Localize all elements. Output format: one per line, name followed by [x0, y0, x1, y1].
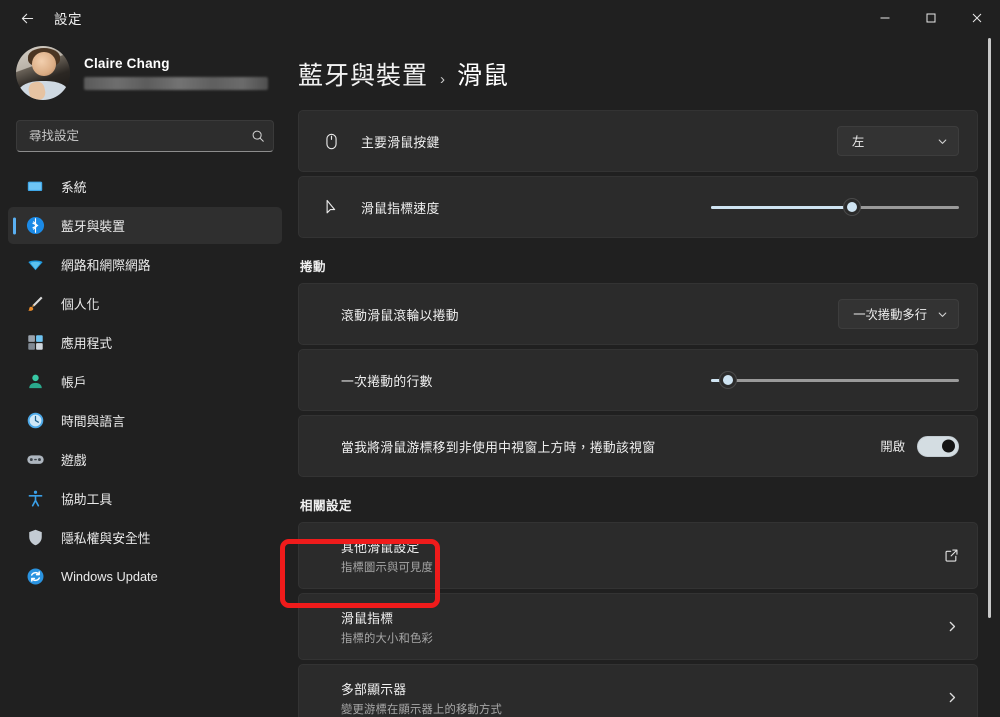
- toggle-knob: [942, 439, 955, 453]
- search-box[interactable]: [16, 120, 274, 152]
- sidebar-item-label: Windows Update: [61, 569, 158, 584]
- sidebar-item-label: 應用程式: [61, 336, 113, 351]
- minimize-button[interactable]: [862, 0, 908, 36]
- gaming-icon: [24, 449, 46, 471]
- sidebar-item-label: 藍牙與裝置: [61, 219, 125, 234]
- system-icon: [24, 176, 46, 198]
- search-icon: [251, 129, 265, 143]
- row-title: 主要滑鼠按鍵: [361, 134, 440, 150]
- related-item-additional-mouse-settings[interactable]: 其他滑鼠設定 指標圖示與可見度: [298, 522, 978, 589]
- apps-icon: [24, 332, 46, 354]
- back-button[interactable]: [10, 3, 44, 33]
- scroll-lines-slider[interactable]: [711, 369, 959, 391]
- windows-update-icon: [24, 566, 46, 588]
- chevron-right-icon[interactable]: [946, 620, 959, 633]
- breadcrumb: 藍牙與裝置 › 滑鼠: [298, 36, 978, 110]
- row-title: 滾動滑鼠滾輪以捲動: [341, 307, 459, 323]
- sidebar-item-accounts[interactable]: 帳戶: [8, 363, 282, 400]
- window-controls: [862, 0, 1000, 36]
- inactive-window-scroll-toggle[interactable]: [917, 435, 959, 457]
- related-item-multiple-displays[interactable]: 多部顯示器 變更游標在顯示器上的移動方式: [298, 664, 978, 717]
- sidebar-item-windows-update[interactable]: Windows Update: [8, 558, 282, 595]
- row-subtitle: 指標的大小和色彩: [341, 632, 433, 645]
- avatar[interactable]: [16, 46, 70, 100]
- sidebar-item-network-internet[interactable]: 網路和網際網路: [8, 246, 282, 283]
- slider-thumb[interactable]: [843, 198, 862, 216]
- sidebar-item-accessibility[interactable]: 協助工具: [8, 480, 282, 517]
- settings-window: 設定 Claire Chang 尋找設定 系統 藍牙與裝置 網路和網際網路 個人…: [0, 0, 1000, 717]
- pointer-speed-row[interactable]: 滑鼠指標速度: [298, 176, 978, 238]
- sidebar-nav: 系統 藍牙與裝置 網路和網際網路 個人化 應用程式 帳戶 時間與語言 遊戲 協助…: [0, 168, 290, 597]
- dropdown-value: 左: [852, 135, 865, 149]
- main-content: 藍牙與裝置 › 滑鼠 主要滑鼠按鍵 左 滑鼠指標速度 捲動 滾動滑鼠滾輪以捲動 …: [290, 36, 1000, 717]
- row-title: 多部顯示器: [341, 681, 407, 697]
- account-email-redacted: [84, 77, 268, 90]
- inactive-window-scroll-row[interactable]: 當我將滑鼠游標移到非使用中視窗上方時，捲動該視窗 開啟: [298, 415, 978, 477]
- breadcrumb-separator-icon: ›: [440, 71, 446, 88]
- sidebar-item-label: 個人化: [61, 297, 100, 312]
- account-block[interactable]: Claire Chang: [0, 36, 290, 108]
- sidebar-item-apps[interactable]: 應用程式: [8, 324, 282, 361]
- sidebar-item-label: 遊戲: [61, 453, 87, 468]
- window-body: Claire Chang 尋找設定 系統 藍牙與裝置 網路和網際網路 個人化 應…: [0, 36, 1000, 717]
- sidebar-item-label: 隱私權與安全性: [61, 531, 151, 546]
- chevron-down-icon: [937, 309, 948, 320]
- breadcrumb-current: 滑鼠: [457, 62, 510, 90]
- row-subtitle: 變更游標在顯示器上的移動方式: [341, 703, 502, 716]
- primary-button-dropdown[interactable]: 左: [837, 126, 959, 156]
- sidebar-item-bluetooth-devices[interactable]: 藍牙與裝置: [8, 207, 282, 244]
- dropdown-value: 一次捲動多行: [853, 308, 927, 322]
- privacy-security-icon: [24, 527, 46, 549]
- sidebar-item-label: 協助工具: [61, 492, 113, 507]
- breadcrumb-parent[interactable]: 藍牙與裝置: [298, 56, 428, 92]
- time-language-icon: [24, 410, 46, 432]
- cursor-icon: [319, 198, 343, 217]
- accessibility-icon: [24, 488, 46, 510]
- sidebar-item-gaming[interactable]: 遊戲: [8, 441, 282, 478]
- sidebar-item-system[interactable]: 系統: [8, 168, 282, 205]
- row-title: 滑鼠指標速度: [361, 200, 440, 216]
- sidebar-item-label: 時間與語言: [61, 414, 125, 429]
- external-link-icon[interactable]: [944, 548, 959, 563]
- pointer-speed-slider[interactable]: [711, 196, 959, 218]
- row-title: 一次捲動的行數: [341, 373, 433, 389]
- sidebar-item-privacy-security[interactable]: 隱私權與安全性: [8, 519, 282, 556]
- search-input[interactable]: [29, 129, 251, 143]
- row-subtitle: 指標圖示與可見度: [341, 561, 433, 574]
- slider-fill: [711, 205, 853, 209]
- sidebar-item-label: 系統: [61, 180, 87, 195]
- vertical-scrollbar[interactable]: [988, 38, 991, 618]
- network-icon: [24, 254, 46, 276]
- sidebar-item-label: 網路和網際網路: [61, 258, 151, 273]
- close-button[interactable]: [954, 0, 1000, 36]
- scroll-wheel-dropdown[interactable]: 一次捲動多行: [838, 299, 959, 329]
- bluetooth-icon: [24, 215, 46, 237]
- scroll-section-heading: 捲動: [300, 260, 327, 274]
- related-section-heading: 相關設定: [300, 499, 353, 513]
- maximize-button[interactable]: [908, 0, 954, 36]
- window-title: 設定: [54, 12, 82, 27]
- sidebar: Claire Chang 尋找設定 系統 藍牙與裝置 網路和網際網路 個人化 應…: [0, 36, 290, 717]
- chevron-right-icon[interactable]: [946, 691, 959, 704]
- mouse-icon: [319, 132, 343, 151]
- title-bar: 設定: [0, 0, 1000, 36]
- row-title: 當我將滑鼠游標移到非使用中視窗上方時，捲動該視窗: [341, 439, 656, 455]
- slider-thumb[interactable]: [719, 371, 738, 389]
- sidebar-item-personalization[interactable]: 個人化: [8, 285, 282, 322]
- primary-mouse-button-row[interactable]: 主要滑鼠按鍵 左: [298, 110, 978, 172]
- toggle-state-label: 開啟: [880, 440, 905, 454]
- account-name: Claire Chang: [84, 56, 170, 71]
- slider-track: [711, 378, 959, 382]
- chevron-down-icon: [937, 136, 948, 147]
- sidebar-item-label: 帳戶: [61, 375, 87, 390]
- accounts-icon: [24, 371, 46, 393]
- row-title: 其他滑鼠設定: [341, 539, 420, 555]
- related-item-mouse-pointer[interactable]: 滑鼠指標 指標的大小和色彩: [298, 593, 978, 660]
- row-title: 滑鼠指標: [341, 610, 394, 626]
- personalization-icon: [24, 293, 46, 315]
- scroll-lines-row[interactable]: 一次捲動的行數: [298, 349, 978, 411]
- sidebar-item-time-language[interactable]: 時間與語言: [8, 402, 282, 439]
- scroll-wheel-row[interactable]: 滾動滑鼠滾輪以捲動 一次捲動多行: [298, 283, 978, 345]
